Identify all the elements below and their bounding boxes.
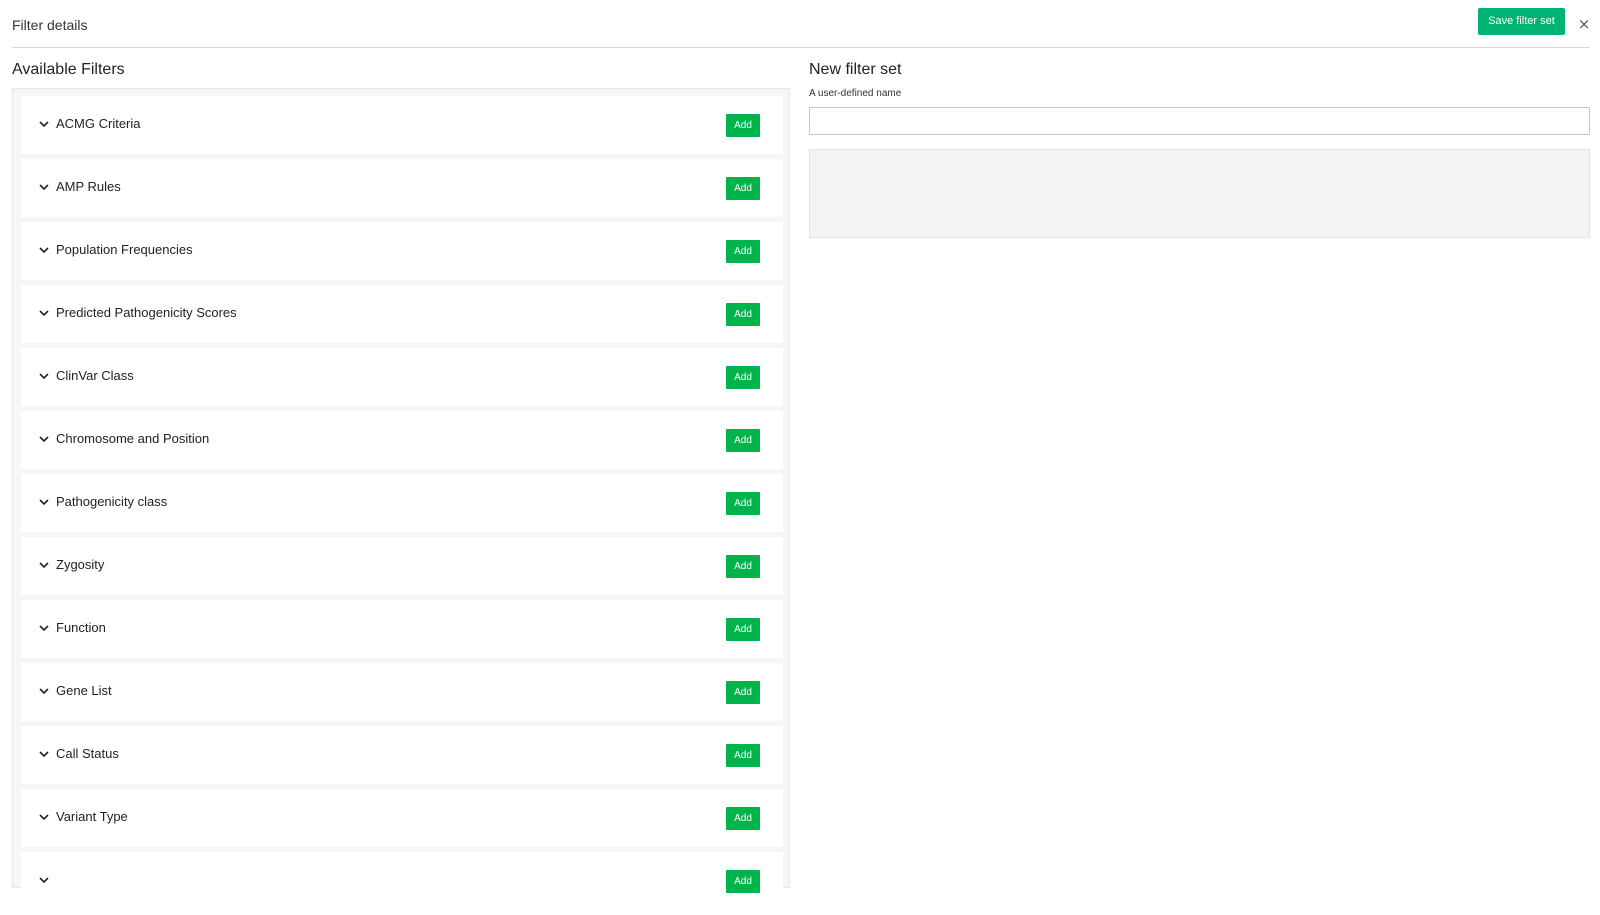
filter-label[interactable]: Function: [56, 620, 106, 635]
available-filters-panel: ACMG Criteria Add AMP Rules Add Population F…: [12, 88, 790, 910]
chevron-down-icon[interactable]: [38, 244, 50, 256]
add-filter-button[interactable]: Add: [726, 870, 760, 893]
filter-item: ACMG Criteria Add: [21, 96, 783, 154]
filter-item: Call Status Add: [21, 726, 783, 784]
filter-label[interactable]: Chromosome and Position: [56, 431, 209, 446]
chevron-down-icon[interactable]: [38, 748, 50, 760]
filter-item: ClinVar Class Add: [21, 348, 783, 406]
chevron-down-icon[interactable]: [38, 874, 50, 886]
add-filter-button[interactable]: Add: [726, 303, 760, 326]
filter-label[interactable]: Zygosity: [56, 557, 104, 572]
filter-item: Population Frequencies Add: [21, 222, 783, 280]
filter-set-name-input[interactable]: [809, 107, 1590, 135]
filter-label[interactable]: Population Frequencies: [56, 242, 193, 257]
filter-item: Function Add: [21, 600, 783, 658]
add-filter-button[interactable]: Add: [726, 555, 760, 578]
filter-item: AMP Rules Add: [21, 159, 783, 217]
add-filter-button[interactable]: Add: [726, 681, 760, 704]
save-filter-set-button[interactable]: Save filter set: [1478, 8, 1565, 35]
close-icon[interactable]: ×: [1576, 14, 1592, 34]
filter-item: Predicted Pathogenicity Scores Add: [21, 285, 783, 343]
add-filter-button[interactable]: Add: [726, 744, 760, 767]
new-filter-set-title: New filter set: [809, 61, 902, 78]
chevron-down-icon[interactable]: [38, 811, 50, 823]
filter-item: Gene List Add: [21, 663, 783, 721]
filter-label[interactable]: Pathogenicity class: [56, 494, 167, 509]
filter-item: Variant Type Add: [21, 789, 783, 847]
add-filter-button[interactable]: Add: [726, 177, 760, 200]
filter-label[interactable]: Variant Type: [56, 809, 128, 824]
add-filter-button[interactable]: Add: [726, 366, 760, 389]
chevron-down-icon[interactable]: [38, 307, 50, 319]
dialog-header: Filter details Save filter set ×: [0, 0, 1600, 48]
chevron-down-icon[interactable]: [38, 370, 50, 382]
filter-label[interactable]: Gene List: [56, 683, 112, 698]
filter-item: Add: [21, 852, 783, 910]
dialog-title: Filter details: [12, 17, 88, 33]
selected-filters-area: [809, 149, 1590, 238]
chevron-down-icon[interactable]: [38, 433, 50, 445]
filter-label[interactable]: ClinVar Class: [56, 368, 134, 383]
header-divider: [12, 47, 1590, 48]
add-filter-button[interactable]: Add: [726, 429, 760, 452]
add-filter-button[interactable]: Add: [726, 618, 760, 641]
filter-label[interactable]: Call Status: [56, 746, 119, 761]
chevron-down-icon[interactable]: [38, 496, 50, 508]
filter-item: Pathogenicity class Add: [21, 474, 783, 532]
chevron-down-icon[interactable]: [38, 622, 50, 634]
filter-label[interactable]: ACMG Criteria: [56, 116, 141, 131]
add-filter-button[interactable]: Add: [726, 114, 760, 137]
chevron-down-icon[interactable]: [38, 559, 50, 571]
chevron-down-icon[interactable]: [38, 118, 50, 130]
add-filter-button[interactable]: Add: [726, 240, 760, 263]
filter-item: Chromosome and Position Add: [21, 411, 783, 469]
filter-item: Zygosity Add: [21, 537, 783, 595]
chevron-down-icon[interactable]: [38, 685, 50, 697]
chevron-down-icon[interactable]: [38, 181, 50, 193]
name-field-label: A user-defined name: [809, 88, 902, 99]
filter-label[interactable]: Predicted Pathogenicity Scores: [56, 305, 237, 320]
available-filters-title: Available Filters: [12, 61, 125, 78]
filter-list: ACMG Criteria Add AMP Rules Add Population F…: [21, 96, 783, 915]
add-filter-button[interactable]: Add: [726, 807, 760, 830]
filter-label[interactable]: AMP Rules: [56, 179, 121, 194]
add-filter-button[interactable]: Add: [726, 492, 760, 515]
